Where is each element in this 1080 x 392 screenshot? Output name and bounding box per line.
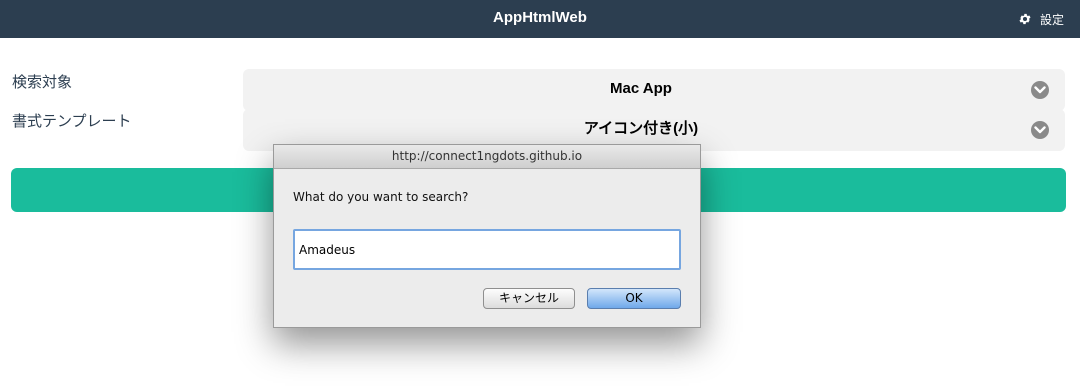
gear-icon — [1018, 12, 1032, 26]
settings-label: 設定 — [1039, 12, 1064, 27]
dialog-message: What do you want to search? — [293, 190, 469, 204]
search-input[interactable] — [293, 229, 681, 270]
dialog-title: http://connect1ngdots.github.io — [274, 145, 700, 169]
app-title: AppHtmlWeb — [493, 9, 587, 26]
settings-button[interactable]: 設定 — [1018, 0, 1064, 38]
prompt-dialog: http://connect1ngdots.github.io What do … — [273, 144, 701, 328]
search-target-select[interactable]: Mac App — [243, 69, 1065, 111]
search-target-label: 検索対象 — [12, 74, 73, 91]
ok-button[interactable]: OK — [587, 288, 681, 309]
navbar: AppHtmlWeb 設定 — [0, 0, 1080, 38]
search-target-value: Mac App — [610, 80, 672, 97]
chevron-down-icon — [1031, 81, 1049, 99]
chevron-down-icon — [1031, 121, 1049, 139]
template-label: 書式テンプレート — [12, 113, 132, 130]
cancel-button[interactable]: キャンセル — [483, 288, 575, 309]
